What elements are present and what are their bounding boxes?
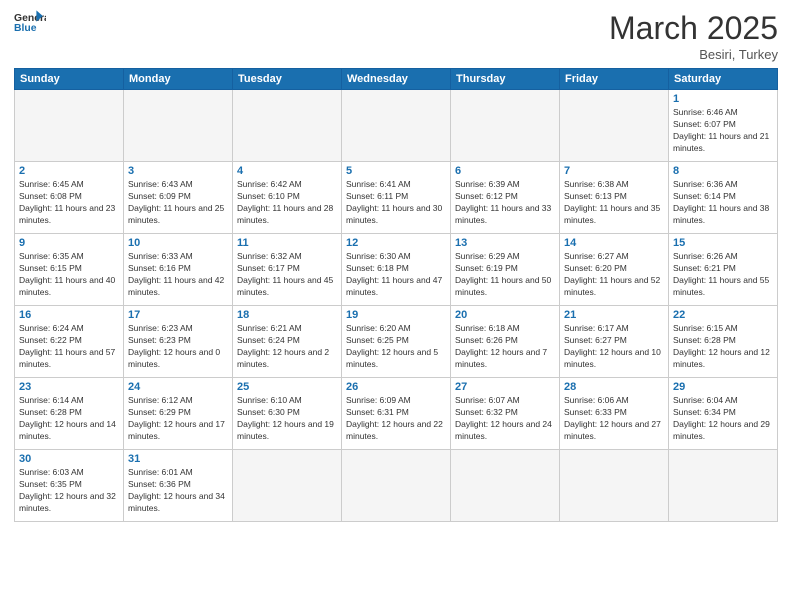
day-23: 23 Sunrise: 6:14 AMSunset: 6:28 PMDaylig…: [15, 378, 124, 450]
table-row: 16 Sunrise: 6:24 AMSunset: 6:22 PMDaylig…: [15, 306, 778, 378]
day-5: 5 Sunrise: 6:41 AMSunset: 6:11 PMDayligh…: [342, 162, 451, 234]
empty-cell: [342, 90, 451, 162]
day-19: 19 Sunrise: 6:20 AMSunset: 6:25 PMDaylig…: [342, 306, 451, 378]
day-21: 21 Sunrise: 6:17 AMSunset: 6:27 PMDaylig…: [560, 306, 669, 378]
svg-text:General: General: [14, 13, 46, 24]
day-27: 27 Sunrise: 6:07 AMSunset: 6:32 PMDaylig…: [451, 378, 560, 450]
empty-cell: [342, 450, 451, 522]
empty-cell: [560, 450, 669, 522]
col-wednesday: Wednesday: [342, 69, 451, 90]
day-26: 26 Sunrise: 6:09 AMSunset: 6:31 PMDaylig…: [342, 378, 451, 450]
day-18: 18 Sunrise: 6:21 AMSunset: 6:24 PMDaylig…: [233, 306, 342, 378]
empty-cell: [124, 90, 233, 162]
day-17: 17 Sunrise: 6:23 AMSunset: 6:23 PMDaylig…: [124, 306, 233, 378]
day-4: 4 Sunrise: 6:42 AMSunset: 6:10 PMDayligh…: [233, 162, 342, 234]
header: General Blue March 2025 Besiri, Turkey: [14, 10, 778, 62]
day-2: 2 Sunrise: 6:45 AMSunset: 6:08 PMDayligh…: [15, 162, 124, 234]
day-3: 3 Sunrise: 6:43 AMSunset: 6:09 PMDayligh…: [124, 162, 233, 234]
calendar: Sunday Monday Tuesday Wednesday Thursday…: [14, 68, 778, 522]
table-row: 9 Sunrise: 6:35 AMSunset: 6:15 PMDayligh…: [15, 234, 778, 306]
day-11: 11 Sunrise: 6:32 AMSunset: 6:17 PMDaylig…: [233, 234, 342, 306]
table-row: 30 Sunrise: 6:03 AMSunset: 6:35 PMDaylig…: [15, 450, 778, 522]
day-25: 25 Sunrise: 6:10 AMSunset: 6:30 PMDaylig…: [233, 378, 342, 450]
empty-cell: [451, 450, 560, 522]
empty-cell: [451, 90, 560, 162]
day-7: 7 Sunrise: 6:38 AMSunset: 6:13 PMDayligh…: [560, 162, 669, 234]
day-20: 20 Sunrise: 6:18 AMSunset: 6:26 PMDaylig…: [451, 306, 560, 378]
col-sunday: Sunday: [15, 69, 124, 90]
day-15: 15 Sunrise: 6:26 AMSunset: 6:21 PMDaylig…: [669, 234, 778, 306]
col-thursday: Thursday: [451, 69, 560, 90]
empty-cell: [669, 450, 778, 522]
month-title: March 2025: [609, 10, 778, 47]
day-28: 28 Sunrise: 6:06 AMSunset: 6:33 PMDaylig…: [560, 378, 669, 450]
empty-cell: [560, 90, 669, 162]
empty-cell: [15, 90, 124, 162]
col-friday: Friday: [560, 69, 669, 90]
day-14: 14 Sunrise: 6:27 AMSunset: 6:20 PMDaylig…: [560, 234, 669, 306]
day-12: 12 Sunrise: 6:30 AMSunset: 6:18 PMDaylig…: [342, 234, 451, 306]
day-30: 30 Sunrise: 6:03 AMSunset: 6:35 PMDaylig…: [15, 450, 124, 522]
day-1: 1 Sunrise: 6:46 AMSunset: 6:07 PMDayligh…: [669, 90, 778, 162]
day-24: 24 Sunrise: 6:12 AMSunset: 6:29 PMDaylig…: [124, 378, 233, 450]
title-block: March 2025 Besiri, Turkey: [609, 10, 778, 62]
col-tuesday: Tuesday: [233, 69, 342, 90]
day-10: 10 Sunrise: 6:33 AMSunset: 6:16 PMDaylig…: [124, 234, 233, 306]
day-29: 29 Sunrise: 6:04 AMSunset: 6:34 PMDaylig…: [669, 378, 778, 450]
svg-text:Blue: Blue: [14, 23, 37, 34]
empty-cell: [233, 90, 342, 162]
table-row: 1 Sunrise: 6:46 AMSunset: 6:07 PMDayligh…: [15, 90, 778, 162]
logo-icon: General Blue: [14, 10, 46, 38]
location: Besiri, Turkey: [609, 47, 778, 62]
logo: General Blue: [14, 10, 46, 38]
empty-cell: [233, 450, 342, 522]
table-row: 2 Sunrise: 6:45 AMSunset: 6:08 PMDayligh…: [15, 162, 778, 234]
day-6: 6 Sunrise: 6:39 AMSunset: 6:12 PMDayligh…: [451, 162, 560, 234]
table-row: 23 Sunrise: 6:14 AMSunset: 6:28 PMDaylig…: [15, 378, 778, 450]
day-13: 13 Sunrise: 6:29 AMSunset: 6:19 PMDaylig…: [451, 234, 560, 306]
day-16: 16 Sunrise: 6:24 AMSunset: 6:22 PMDaylig…: [15, 306, 124, 378]
col-monday: Monday: [124, 69, 233, 90]
col-saturday: Saturday: [669, 69, 778, 90]
day-8: 8 Sunrise: 6:36 AMSunset: 6:14 PMDayligh…: [669, 162, 778, 234]
day-9: 9 Sunrise: 6:35 AMSunset: 6:15 PMDayligh…: [15, 234, 124, 306]
day-31: 31 Sunrise: 6:01 AMSunset: 6:36 PMDaylig…: [124, 450, 233, 522]
day-22: 22 Sunrise: 6:15 AMSunset: 6:28 PMDaylig…: [669, 306, 778, 378]
